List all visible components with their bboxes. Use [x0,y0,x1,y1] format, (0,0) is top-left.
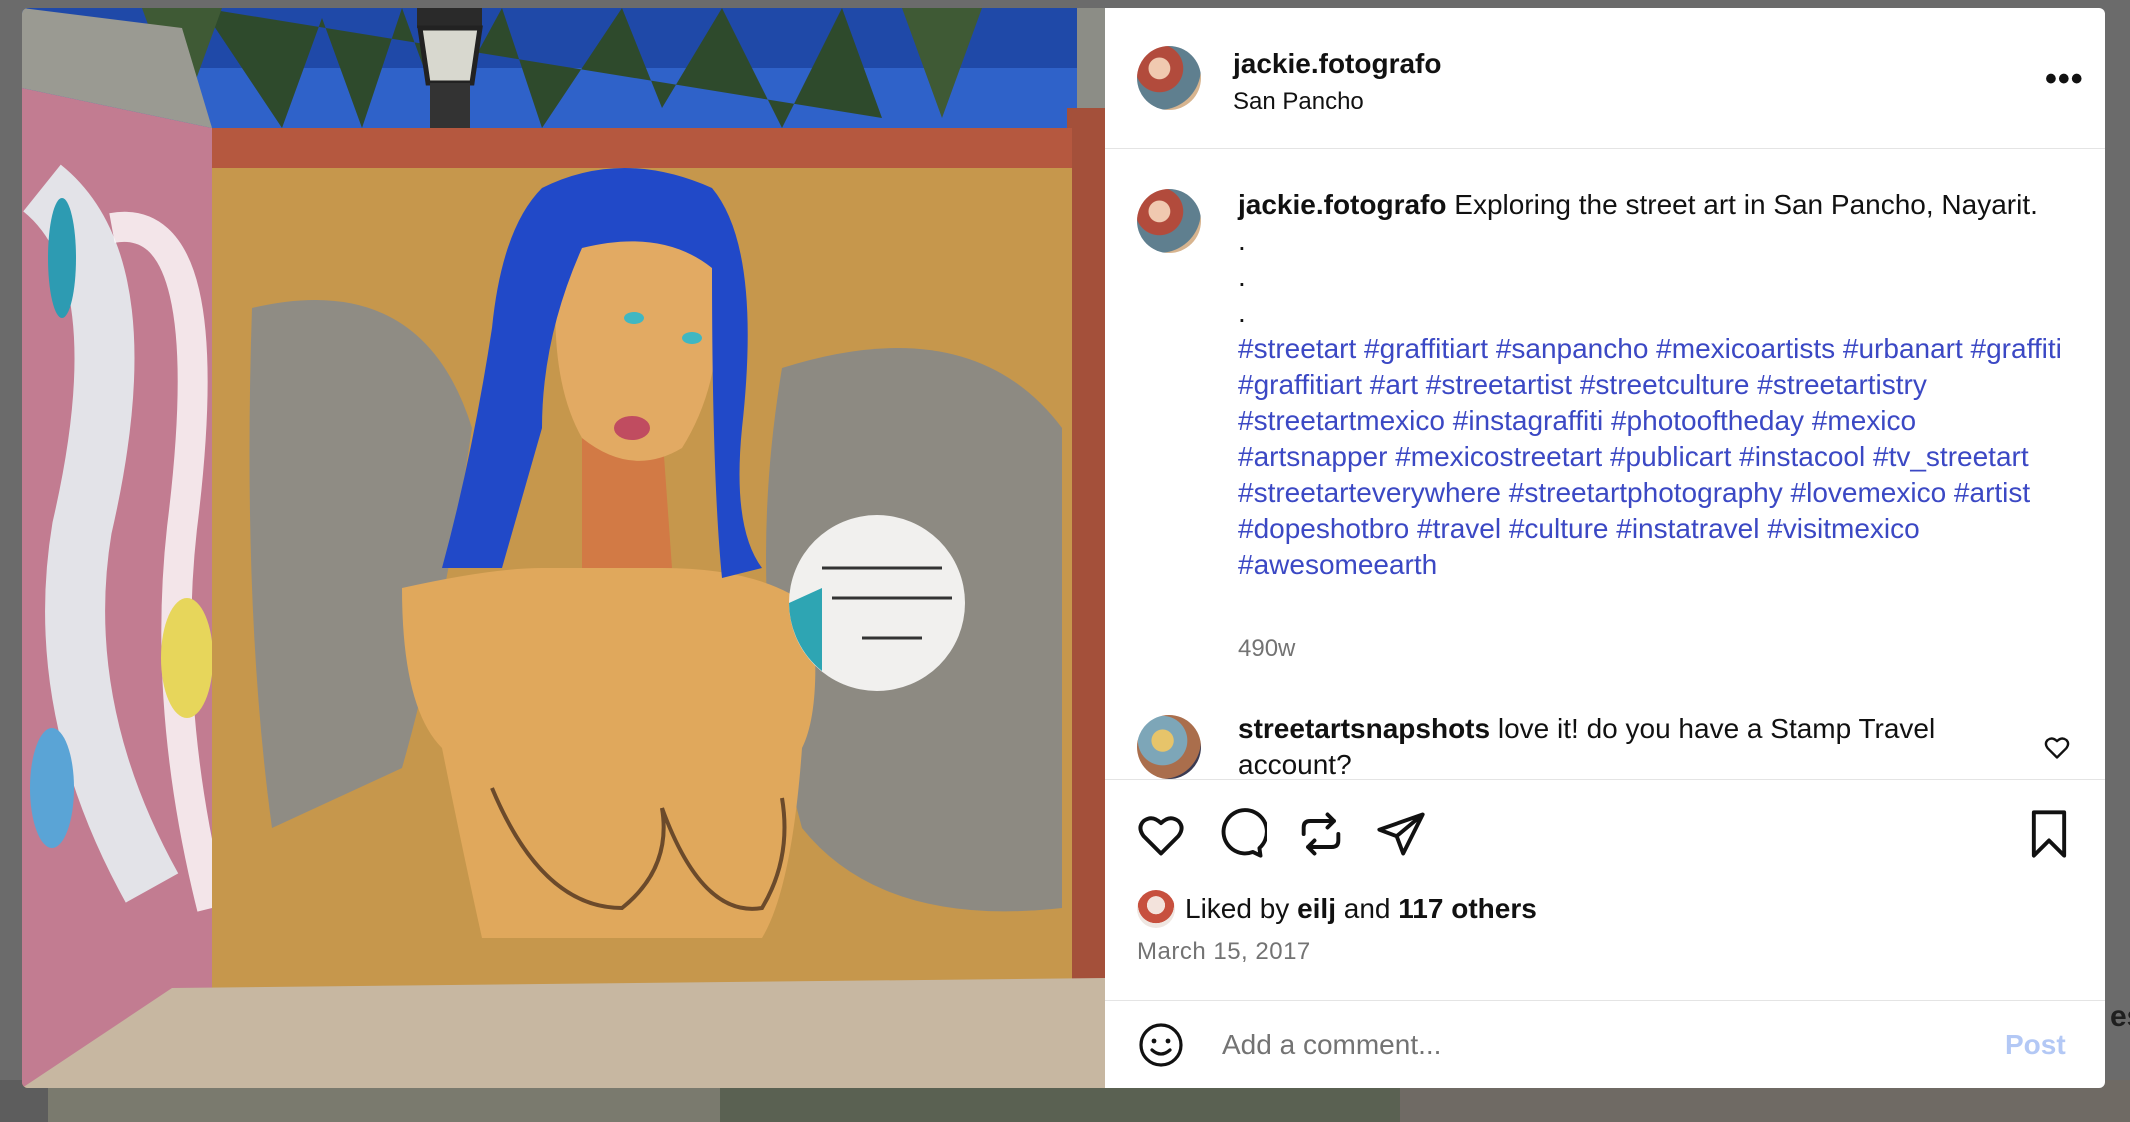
caption-username[interactable]: jackie.fotografo [1238,189,1446,220]
liker-username[interactable]: eilj [1297,893,1336,925]
caption-text: Exploring the street art in San Pancho, … [1454,189,2038,220]
background-text: es [2110,1000,2130,1033]
liker-avatar[interactable] [1137,890,1175,928]
heart-icon[interactable] [1135,808,1187,860]
comment: streetartsnapshots love it! do you have … [1238,711,1998,779]
add-comment-input[interactable] [1220,1023,1924,1067]
author-avatar[interactable] [1137,46,1201,110]
post-header: jackie.fotografo San Pancho ••• [1105,8,2105,149]
caption: jackie.fotografo Exploring the street ar… [1238,187,2068,583]
caption-hashtags[interactable]: #streetart #graffitiart #sanpancho #mexi… [1238,333,2062,580]
emoji-icon[interactable] [1137,1021,1185,1069]
comments-section[interactable]: jackie.fotografo Exploring the street ar… [1105,149,2105,780]
author-username[interactable]: jackie.fotografo [1233,48,1441,80]
post-date[interactable]: March 15, 2017 [1137,938,1311,966]
post-location[interactable]: San Pancho [1233,88,1364,116]
caption-time[interactable]: 490w [1238,635,1295,663]
post-modal: jackie.fotografo San Pancho ••• jackie.f… [22,8,2105,1088]
post-photo[interactable] [22,8,1105,1088]
post-comment-button[interactable]: Post [2005,1029,2066,1061]
repost-icon[interactable] [1295,808,1347,860]
more-horizontal-icon[interactable]: ••• [2045,60,2084,99]
comment-username[interactable]: streetartsnapshots [1238,713,1490,744]
street-art-image [22,8,1105,1088]
commenter-avatar[interactable] [1137,715,1201,779]
likes-summary: Liked by eilj and 117 others [1137,890,1537,928]
add-comment-bar: Post [1105,1001,2105,1088]
post-panel: jackie.fotografo San Pancho ••• jackie.f… [1105,8,2105,1088]
share-icon[interactable] [1375,808,1427,860]
caption-dot: . [1238,297,1246,328]
comment-like-heart-icon[interactable] [2043,733,2071,761]
caption-dot: . [1238,261,1246,292]
bookmark-icon[interactable] [2023,808,2075,860]
likes-prefix: Liked by [1185,893,1290,924]
caption-avatar[interactable] [1137,189,1201,253]
post-actions: Liked by eilj and 117 others March 15, 2… [1105,780,2105,1001]
caption-dot: . [1238,225,1246,256]
likes-connector: and [1343,893,1391,924]
comment-icon[interactable] [1215,808,1269,860]
likes-others[interactable]: 117 others [1398,893,1537,925]
